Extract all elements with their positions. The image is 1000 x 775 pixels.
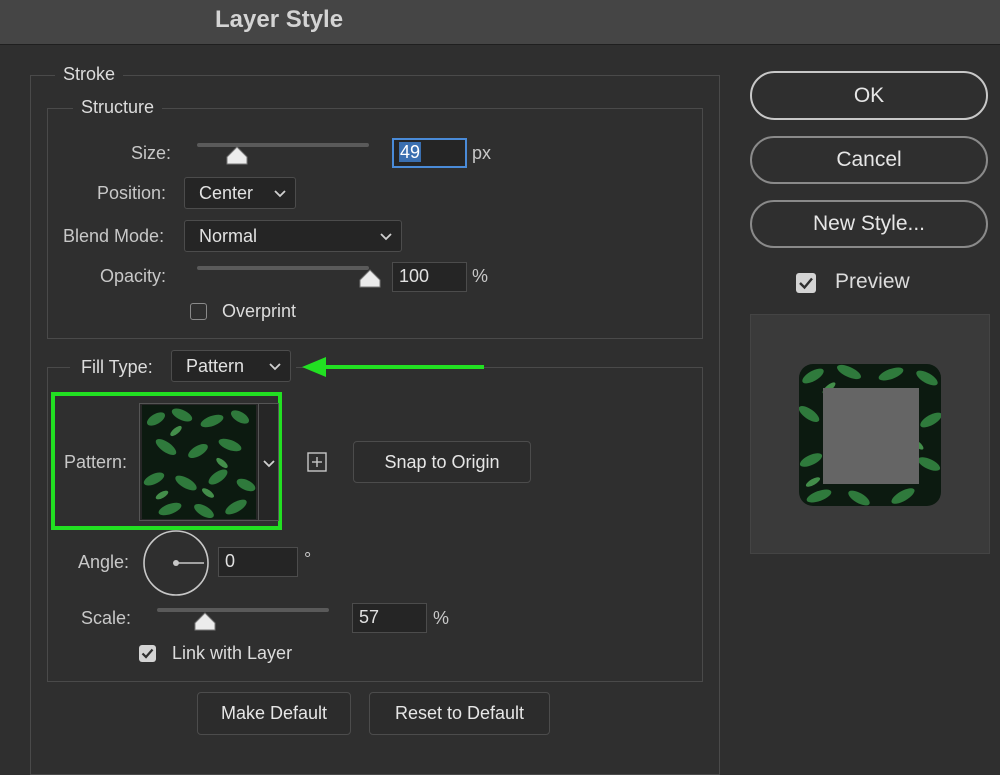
position-label: Position:	[97, 183, 167, 203]
snap-to-origin-button[interactable]: Snap to Origin	[353, 441, 531, 483]
scale-label: Scale:	[81, 608, 132, 628]
checkmark-icon	[141, 648, 154, 659]
ok-button[interactable]: OK	[750, 71, 988, 120]
make-default-button[interactable]: Make Default	[197, 692, 351, 735]
position-dropdown[interactable]: Center	[184, 177, 296, 209]
chevron-down-icon	[274, 190, 286, 198]
checkmark-icon	[799, 277, 813, 290]
link-with-layer-label: Link with Layer	[172, 643, 293, 663]
new-preset-icon[interactable]	[307, 452, 327, 472]
ok-label: OK	[853, 84, 885, 107]
blend-mode-value: Normal	[199, 226, 258, 246]
opacity-unit: %	[472, 266, 489, 286]
fill-type-value: Pattern	[186, 356, 245, 376]
opacity-value: 100	[399, 266, 430, 286]
annotation-arrow-icon	[302, 357, 484, 377]
new-style-button[interactable]: New Style...	[750, 200, 988, 248]
cancel-button[interactable]: Cancel	[750, 136, 988, 184]
scale-input[interactable]: 57	[352, 603, 427, 633]
stroke-group-title: Stroke	[55, 64, 124, 85]
overprint-label: Overprint	[222, 301, 297, 321]
cancel-label: Cancel	[836, 148, 902, 171]
title-bar: Layer Style	[0, 0, 1000, 45]
angle-value: 0	[225, 551, 236, 571]
size-unit: px	[472, 143, 492, 163]
angle-unit: °	[304, 549, 312, 569]
reset-to-default-label: Reset to Default	[394, 703, 525, 723]
overprint-checkbox[interactable]	[190, 303, 207, 320]
snap-to-origin-label: Snap to Origin	[384, 452, 500, 472]
blend-mode-label: Blend Mode:	[63, 226, 165, 246]
opacity-label: Opacity:	[100, 266, 167, 286]
position-value: Center	[199, 183, 254, 203]
chevron-down-icon	[380, 233, 392, 241]
dialog-title: Layer Style	[215, 6, 344, 33]
angle-dial[interactable]	[142, 529, 210, 597]
preview-label: Preview	[835, 270, 910, 293]
link-with-layer-checkbox[interactable]	[139, 645, 156, 662]
size-label: Size:	[131, 143, 172, 163]
structure-group-title: Structure	[73, 97, 163, 118]
scale-slider-track[interactable]	[157, 608, 329, 612]
pattern-label: Pattern:	[64, 452, 128, 472]
pattern-picker[interactable]	[139, 403, 279, 521]
preview-thumbnail	[799, 364, 941, 506]
leaf-pattern-swatch	[142, 405, 256, 519]
make-default-label: Make Default	[220, 703, 328, 723]
opacity-slider-track[interactable]	[197, 266, 369, 270]
opacity-input[interactable]: 100	[392, 262, 467, 292]
preview-panel	[750, 314, 990, 554]
preview-checkbox[interactable]	[796, 273, 816, 293]
new-style-label: New Style...	[812, 212, 926, 235]
blend-mode-dropdown[interactable]: Normal	[184, 220, 402, 252]
fill-type-label: Fill Type:	[81, 357, 153, 377]
fill-type-dropdown[interactable]: Pattern	[171, 350, 291, 382]
angle-label: Angle:	[78, 552, 130, 572]
size-input[interactable]: 49	[392, 138, 467, 168]
size-slider-track[interactable]	[197, 143, 369, 147]
chevron-down-icon	[263, 460, 275, 468]
angle-input[interactable]: 0	[218, 547, 298, 577]
reset-to-default-button[interactable]: Reset to Default	[369, 692, 550, 735]
chevron-down-icon	[269, 363, 281, 371]
pattern-dropdown-button[interactable]	[258, 404, 279, 520]
size-value: 49	[399, 142, 422, 162]
scale-unit: %	[433, 608, 450, 628]
scale-value: 57	[359, 607, 380, 627]
